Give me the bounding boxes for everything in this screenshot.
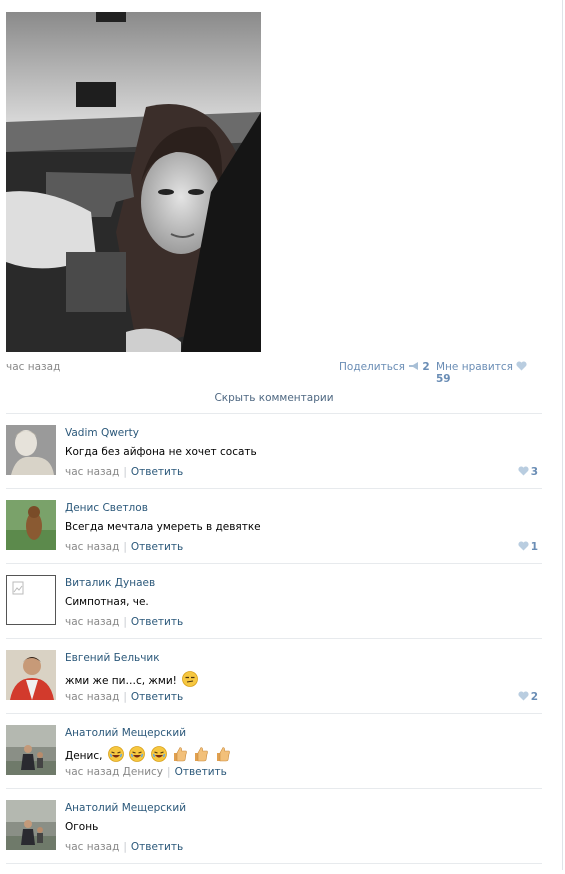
- avatar-image: [6, 425, 56, 475]
- divider: [6, 563, 542, 564]
- like-label: Мне нравится: [436, 361, 513, 373]
- comment-time[interactable]: час назад: [65, 766, 119, 778]
- heart-icon: [518, 691, 529, 701]
- smirk-emoji-icon: [182, 671, 199, 687]
- reply-link[interactable]: Ответить: [131, 541, 183, 553]
- comment-text-row: жми же пи…с, жми!: [65, 671, 199, 687]
- comment-like-count: 3: [530, 466, 538, 478]
- divider: [6, 713, 542, 714]
- divider: [6, 788, 542, 789]
- separator: |: [123, 841, 127, 853]
- comment-text: Когда без айфона не хочет сосать: [65, 446, 257, 458]
- photo-image: [6, 12, 261, 352]
- heart-icon: [518, 541, 529, 551]
- post-meta: час назад Поделиться 2 Мне нравится 59: [6, 361, 540, 385]
- comment-time[interactable]: час назад: [65, 841, 119, 853]
- separator: |: [123, 466, 127, 478]
- laughing-emoji-icon: [129, 746, 146, 762]
- avatar[interactable]: [6, 575, 56, 625]
- right-border: [562, 0, 563, 870]
- comment-text: Всегда мечтала умереть в девятке: [65, 521, 261, 533]
- comment-meta: час назад | Ответить: [65, 616, 183, 628]
- comment-like-button[interactable]: 1: [518, 541, 538, 553]
- reply-link[interactable]: Ответить: [131, 466, 183, 478]
- avatar-image: [6, 725, 56, 775]
- comment-meta: час назад | Ответить: [65, 841, 183, 853]
- comment-time[interactable]: час назад: [65, 616, 119, 628]
- laughing-emoji-icon: [150, 746, 167, 762]
- avatar[interactable]: [6, 725, 56, 775]
- comment-text: Денис,: [65, 750, 103, 762]
- heart-icon: [518, 466, 529, 476]
- comment-text: жми же пи…с, жми!: [65, 675, 177, 687]
- avatar-image: [6, 800, 56, 850]
- comment-text: Огонь: [65, 821, 99, 833]
- share-count: 2: [422, 361, 430, 373]
- reply-to-link[interactable]: Денису: [123, 766, 163, 778]
- comment-author[interactable]: Vadim Qwerty: [65, 427, 139, 439]
- post-time[interactable]: час назад: [6, 361, 60, 373]
- comment-like-count: 1: [530, 541, 538, 553]
- reply-link[interactable]: Ответить: [131, 841, 183, 853]
- thumbs-up-emoji-icon: [195, 747, 208, 762]
- comment-meta: час назад Денису | Ответить: [65, 766, 227, 778]
- separator: |: [123, 616, 127, 628]
- comment-like-count: 2: [530, 691, 538, 703]
- like-count: 59: [436, 373, 451, 385]
- comment-author[interactable]: Денис Светлов: [65, 502, 148, 514]
- avatar[interactable]: [6, 800, 56, 850]
- laughing-emoji-icon: [107, 746, 124, 762]
- post-photo[interactable]: [6, 12, 261, 352]
- megaphone-icon: [409, 362, 419, 370]
- comment-meta: час назад | Ответить: [65, 466, 183, 478]
- comment-time[interactable]: час назад: [65, 466, 119, 478]
- comment-time[interactable]: час назад: [65, 691, 119, 703]
- hide-comments-link[interactable]: Скрыть комментарии: [6, 392, 542, 404]
- comment-author[interactable]: Анатолий Мещерский: [65, 727, 186, 739]
- comment-author[interactable]: Анатолий Мещерский: [65, 802, 186, 814]
- comment-text: Симпотная, че.: [65, 596, 149, 608]
- comment-time[interactable]: час назад: [65, 541, 119, 553]
- divider: [6, 638, 542, 639]
- thumbs-up-emoji-icon: [173, 747, 187, 762]
- divider: [6, 488, 542, 489]
- comment-like-button[interactable]: 2: [518, 691, 538, 703]
- comment-text-row: Денис,: [65, 746, 231, 762]
- avatar-image: [6, 650, 56, 700]
- divider: [6, 863, 542, 864]
- share-label: Поделиться: [339, 361, 405, 373]
- reply-link[interactable]: Ответить: [131, 691, 183, 703]
- reply-link[interactable]: Ответить: [131, 616, 183, 628]
- comment-meta: час назад | Ответить: [65, 691, 183, 703]
- avatar[interactable]: [6, 500, 56, 550]
- separator: |: [167, 766, 171, 778]
- thumbs-up-emoji-icon: [216, 747, 230, 762]
- separator: |: [123, 691, 127, 703]
- no-photo-icon: [12, 581, 24, 595]
- comment-author[interactable]: Виталик Дунаев: [65, 577, 155, 589]
- separator: |: [123, 541, 127, 553]
- divider: [6, 413, 542, 414]
- reply-link[interactable]: Ответить: [175, 766, 227, 778]
- comment-meta: час назад | Ответить: [65, 541, 183, 553]
- avatar-image: [6, 500, 56, 550]
- avatar[interactable]: [6, 650, 56, 700]
- avatar[interactable]: [6, 425, 56, 475]
- heart-icon: [516, 361, 527, 371]
- comment-like-button[interactable]: 3: [518, 466, 538, 478]
- comment-author[interactable]: Евгений Бельчик: [65, 652, 160, 664]
- like-button[interactable]: Мне нравится 59: [436, 361, 540, 385]
- share-button[interactable]: Поделиться 2: [339, 361, 430, 373]
